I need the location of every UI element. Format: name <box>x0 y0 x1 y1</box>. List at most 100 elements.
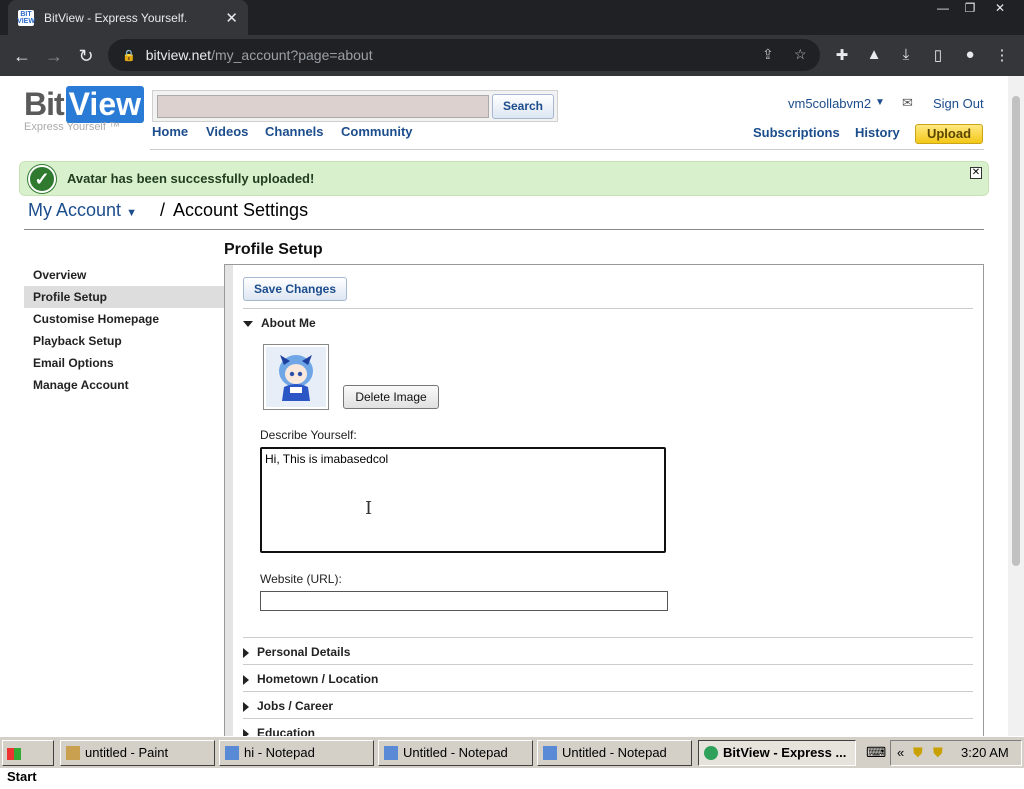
text-cursor-icon: I <box>365 498 373 519</box>
section-personal-details[interactable]: Personal Details <box>243 645 350 659</box>
sign-out-link[interactable]: Sign Out <box>933 96 984 111</box>
nav-home[interactable]: Home <box>152 124 188 139</box>
notepad-icon <box>384 746 398 760</box>
expanded-triangle-icon <box>243 320 253 327</box>
reload-icon[interactable]: ↻ <box>73 43 99 69</box>
website-url-label: Website (URL): <box>260 572 342 586</box>
security-shield-icon-2[interactable]: ⛊ <box>933 741 943 765</box>
close-tab-icon[interactable]: ✕ <box>225 9 238 27</box>
nav-channels[interactable]: Channels <box>265 124 324 139</box>
sidebar-item-playback-setup[interactable]: Playback Setup <box>24 330 224 352</box>
taskbar-item-notepad-hi[interactable]: hi - Notepad <box>219 740 374 766</box>
taskbar-item-bitview-chrome[interactable]: BitView - Express ... <box>698 740 856 766</box>
describe-yourself-textarea[interactable]: Hi, This is imabasedcol <box>260 447 666 553</box>
alert-close-icon[interactable]: ✕ <box>970 167 982 179</box>
history-link[interactable]: History <box>855 125 900 140</box>
notepad-icon <box>225 746 239 760</box>
browser-tab[interactable]: BIT VIEW BitView - Express Yourself. ✕ <box>8 0 248 35</box>
taskbar-item-notepad-untitled-2[interactable]: Untitled - Notepad <box>537 740 692 766</box>
describe-yourself-label: Describe Yourself: <box>260 428 357 442</box>
checkmark-icon: ✓ <box>28 165 56 193</box>
success-alert: ✓ Avatar has been successfully uploaded!… <box>19 161 989 196</box>
sidebar-item-email-options[interactable]: Email Options <box>24 352 224 374</box>
security-shield-icon[interactable]: ⛊ <box>913 741 923 765</box>
tray-expand-chevron[interactable]: « <box>897 741 904 765</box>
subscriptions-link[interactable]: Subscriptions <box>753 125 840 140</box>
side-panel-icon[interactable]: ▯ <box>928 46 948 64</box>
section-hometown-location[interactable]: Hometown / Location <box>243 672 378 686</box>
alert-message: Avatar has been successfully uploaded! <box>67 171 315 186</box>
nav-videos[interactable]: Videos <box>206 124 248 139</box>
breadcrumb-separator: / <box>159 200 165 220</box>
start-button[interactable]: Start <box>2 740 54 784</box>
window-close-icon[interactable]: ✕ <box>985 0 1015 17</box>
bookmark-star-icon[interactable]: ☆ <box>794 46 807 63</box>
upload-button[interactable]: Upload <box>915 124 983 144</box>
keyboard-icon[interactable]: ⌨ <box>866 744 886 761</box>
breadcrumb-current: Account Settings <box>172 200 309 220</box>
menu-kebab-icon[interactable]: ⋮ <box>992 46 1012 64</box>
restore-icon[interactable]: ❐ <box>955 0 985 17</box>
chrome-icon <box>704 746 718 760</box>
paint-icon <box>66 746 80 760</box>
delete-image-button[interactable]: Delete Image <box>343 385 439 409</box>
profile-setup-panel: Save Changes About Me Delete Image Descr… <box>224 264 984 736</box>
scrollbar-thumb[interactable] <box>1012 96 1020 566</box>
address-bar[interactable]: 🔒 bitview.net/my_account?page=about ⇪ ☆ <box>108 39 820 71</box>
section-jobs-career[interactable]: Jobs / Career <box>243 699 333 713</box>
url-domain: bitview.net <box>145 47 212 63</box>
section-divider <box>243 718 973 719</box>
panel-left-border <box>225 265 233 736</box>
profile-avatar-icon[interactable]: ● <box>960 46 980 63</box>
windows-flag-icon <box>7 747 21 760</box>
chevron-down-icon[interactable]: ▼ <box>126 207 137 219</box>
taskbar-item-notepad-untitled-1[interactable]: Untitled - Notepad <box>378 740 533 766</box>
minimize-icon[interactable]: — <box>928 0 958 17</box>
browser-tab-strip: BIT VIEW BitView - Express Yourself. ✕ —… <box>0 0 1024 35</box>
avatar-image <box>263 344 329 410</box>
header-divider <box>150 149 984 150</box>
labs-flask-icon[interactable]: ▲ <box>864 46 884 63</box>
section-divider <box>243 664 973 665</box>
username-link[interactable]: vm5collabvm2 <box>788 96 871 111</box>
page-scrollbar[interactable] <box>1008 76 1024 736</box>
system-tray: « ⛊ ⛊ 3:20 AM <box>890 740 1022 766</box>
section-divider <box>243 691 973 692</box>
share-icon[interactable]: ⇪ <box>762 46 774 63</box>
back-icon[interactable]: ← <box>9 43 35 69</box>
collapsed-triangle-icon <box>243 647 249 658</box>
section-about-me[interactable]: About Me <box>243 316 316 330</box>
settings-sidebar: Overview Profile Setup Customise Homepag… <box>24 264 224 396</box>
search-box: Search <box>152 90 558 122</box>
website-url-input[interactable] <box>260 591 668 611</box>
collapsed-triangle-icon <box>243 674 249 685</box>
section-divider <box>243 308 973 309</box>
section-education[interactable]: Education <box>243 726 315 736</box>
web-page: Bit View Express Yourself ™ Search Home V… <box>0 76 1008 736</box>
browser-toolbar: ← → ↻ 🔒 bitview.net/my_account?page=abou… <box>0 35 1024 76</box>
my-account-link[interactable]: My Account <box>28 200 121 220</box>
forward-icon[interactable]: → <box>41 43 67 69</box>
download-icon[interactable]: ⤓ <box>896 46 916 63</box>
clock: 3:20 AM <box>961 745 1009 760</box>
sidebar-item-overview[interactable]: Overview <box>24 264 224 286</box>
user-menu-chevron-down-icon[interactable]: ▼ <box>875 97 885 108</box>
sidebar-item-manage-account[interactable]: Manage Account <box>24 374 224 396</box>
search-input[interactable] <box>157 95 489 118</box>
notepad-icon <box>543 746 557 760</box>
bitview-logo[interactable]: Bit View Express Yourself ™ <box>24 86 144 133</box>
search-button[interactable]: Search <box>492 94 554 119</box>
extensions-icon[interactable]: ✚ <box>832 46 852 64</box>
lock-icon: 🔒 <box>122 49 136 62</box>
breadcrumb-divider <box>24 229 984 230</box>
save-changes-button[interactable]: Save Changes <box>243 277 347 301</box>
taskbar-item-paint[interactable]: untitled - Paint <box>60 740 215 766</box>
mail-icon[interactable]: ✉ <box>902 95 913 111</box>
collapsed-triangle-icon <box>243 728 249 736</box>
sidebar-item-customise-homepage[interactable]: Customise Homepage <box>24 308 224 330</box>
nav-community[interactable]: Community <box>341 124 413 139</box>
sidebar-item-profile-setup[interactable]: Profile Setup <box>24 286 224 308</box>
url-path: /my_account?page=about <box>211 47 373 63</box>
page-title: Profile Setup <box>224 241 323 258</box>
avatar-character-illustration <box>266 347 326 407</box>
